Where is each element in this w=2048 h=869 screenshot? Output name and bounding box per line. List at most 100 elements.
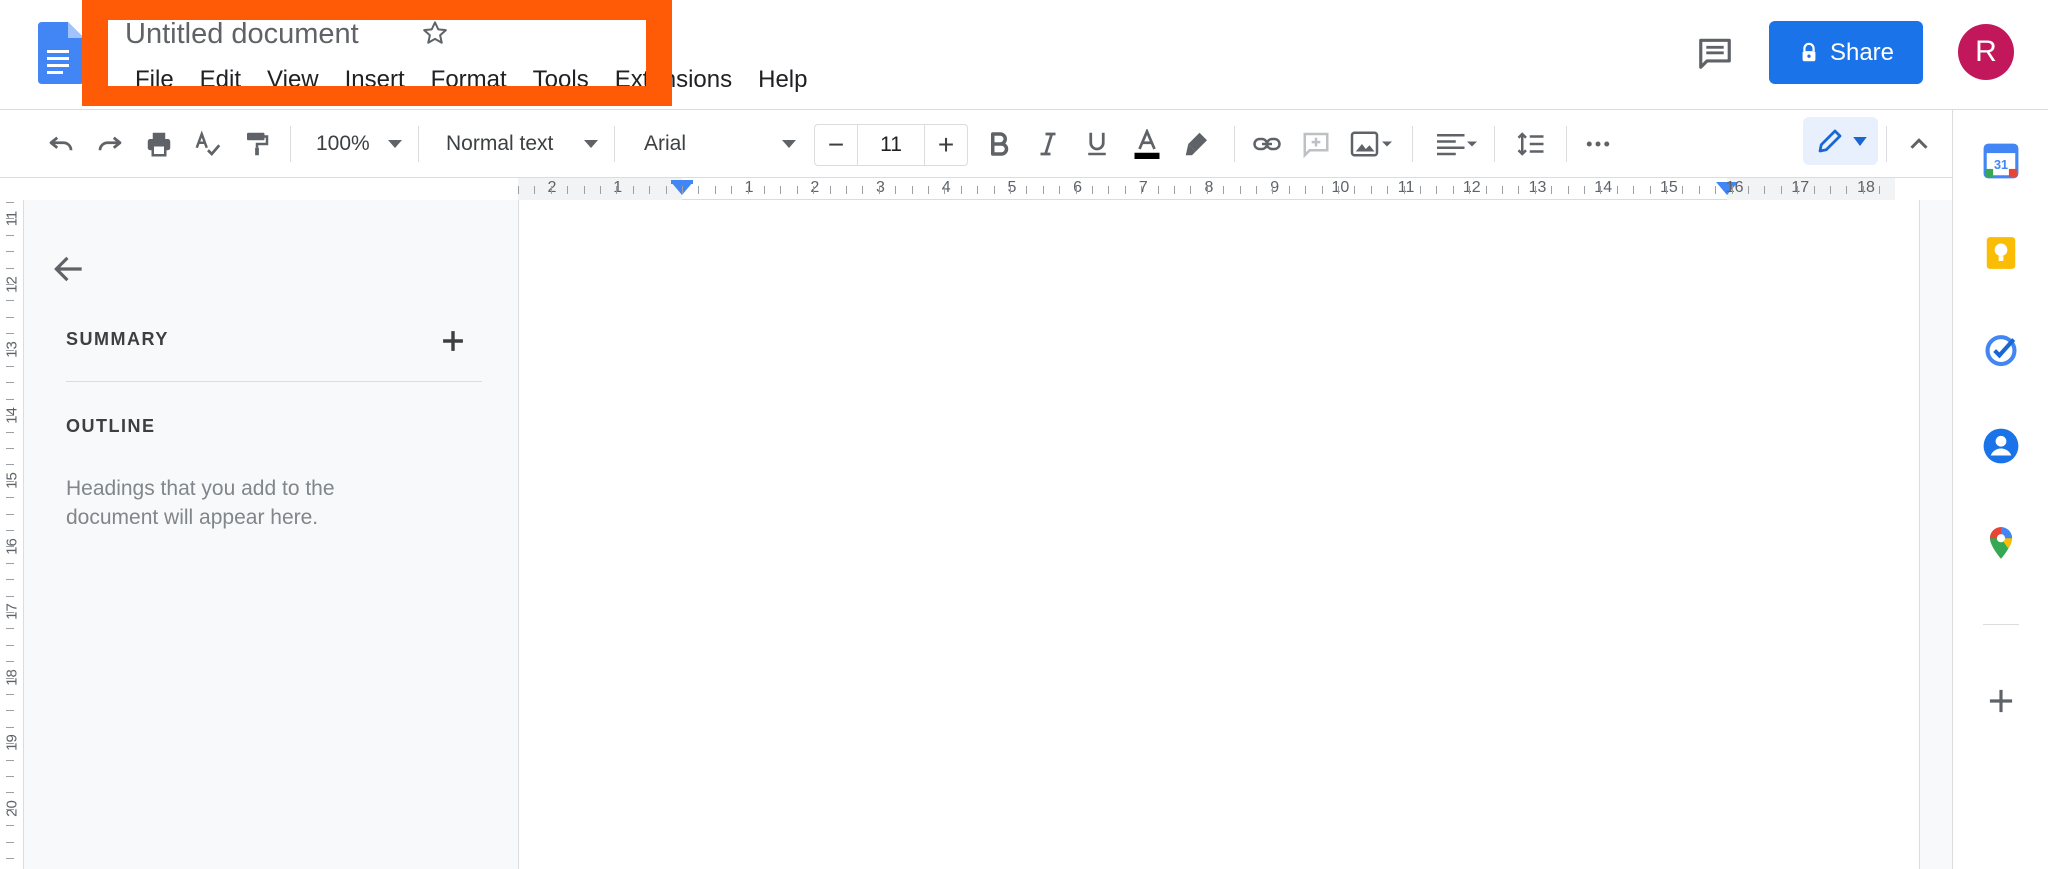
add-icon[interactable] [1982,682,2020,720]
vertical-ruler-tick [6,300,14,301]
ruler-number: 15 [1659,179,1678,196]
style-value: Normal text [446,132,554,155]
ruler-tick [1879,186,1880,194]
ruler-tick [1420,186,1421,194]
ruler-tick [797,186,798,194]
underline-icon[interactable] [1080,127,1114,161]
spellcheck-icon[interactable] [191,127,225,161]
maps-icon[interactable] [1982,524,2020,562]
vertical-ruler-tick [6,251,14,252]
line-spacing-icon[interactable] [1514,127,1548,161]
vertical-ruler-tick [6,727,14,728]
highlight-overlay [82,0,672,106]
formatting-toolbar: 100% Normal text Arial − 11 + [0,110,1952,178]
ruler-tick [764,186,765,194]
horizontal-ruler[interactable]: 2 1 1 2 3 4 5 6 7 8 9 10 11 12 13 14 15 16 17 18 [518,178,1895,200]
text-color-icon[interactable] [1130,127,1164,161]
ruler-tick [1682,186,1683,194]
editing-mode-button[interactable] [1803,117,1878,165]
account-avatar[interactable]: R [1958,24,2014,80]
vertical-ruler-tick [6,284,14,285]
ruler-number: 16 [1725,179,1744,196]
bold-icon[interactable] [982,127,1016,161]
highlight-color-icon[interactable] [1180,127,1214,161]
ruler-number: 8 [1204,179,1214,196]
outline-hint: Headings that you add to the document wi… [66,477,335,529]
menu-help[interactable]: Help [745,66,820,96]
vertical-ruler-tick [6,268,14,269]
redo-icon[interactable] [93,127,127,161]
ruler-tick [862,186,863,194]
paint-format-icon[interactable] [240,127,274,161]
ruler-tick [1354,186,1355,194]
ruler-tick [1584,186,1585,194]
vertical-ruler-tick [6,743,14,744]
toolbar-separator [1494,126,1495,162]
ruler-tick [616,186,617,194]
outline-heading: OUTLINE [66,416,156,436]
vertical-ruler-tick [6,497,14,498]
increase-font-size-button[interactable]: + [925,125,967,165]
ruler-tick [1092,186,1093,194]
vertical-ruler-tick [6,760,14,761]
align-icon[interactable] [1432,127,1482,161]
side-panel-divider [1983,624,2019,625]
vertical-ruler-tick [6,415,14,416]
style-select[interactable]: Normal text [446,128,606,160]
add-summary-icon[interactable] [436,324,470,358]
ruler-tick [518,186,519,194]
toolbar-separator [1566,126,1567,162]
ruler-tick [1043,186,1044,194]
document-page[interactable] [518,200,1920,869]
more-options-icon[interactable] [1581,127,1615,161]
vertical-ruler-tick [6,464,14,465]
vertical-ruler-tick [6,612,14,613]
ruler-tick [1666,186,1667,194]
vertical-ruler-tick [6,645,14,646]
print-icon[interactable] [142,127,176,161]
ruler-tick [715,186,716,194]
share-label: Share [1829,38,1895,66]
ruler-tick [1732,186,1733,194]
ruler-tick [961,186,962,194]
ruler-tick [1076,186,1077,194]
vertical-ruler-tick [6,678,14,679]
ruler-tick [1190,186,1191,194]
tasks-icon[interactable] [1982,330,2020,368]
collapse-menus-icon[interactable] [1902,127,1936,161]
ruler-tick [1108,186,1109,194]
keep-icon[interactable] [1982,234,2020,272]
insert-image-icon[interactable] [1347,127,1397,161]
docs-logo-icon[interactable] [38,22,84,84]
ruler-number: 1 [613,179,623,196]
vertical-ruler-tick [6,825,14,826]
calendar-icon[interactable]: 31 [1982,142,2020,180]
font-select[interactable]: Arial [644,128,804,160]
ruler-tick [1338,186,1339,194]
ruler-number: 11 [1397,179,1415,196]
decrease-font-size-button[interactable]: − [815,125,857,165]
italic-icon[interactable] [1031,127,1065,161]
toolbar-separator [1412,126,1413,162]
insert-link-icon[interactable] [1250,127,1284,161]
ruler-number: 18 [1857,179,1875,196]
ruler-tick [1125,186,1126,194]
undo-icon[interactable] [44,127,78,161]
back-arrow-icon[interactable] [50,250,88,288]
font-size-input[interactable]: 11 [857,125,925,165]
ruler-tick [1781,186,1782,194]
add-comment-icon[interactable] [1299,127,1333,161]
summary-heading: SUMMARY [66,329,169,349]
share-button[interactable]: Share [1769,21,1923,84]
contacts-icon[interactable] [1982,427,2020,465]
ruler-tick [944,186,945,194]
lock-icon [1802,42,1816,61]
ruler-tick [1568,186,1569,194]
zoom-select[interactable]: 100% [316,128,406,160]
vertical-ruler-tick [6,218,14,219]
toolbar-separator [614,126,615,162]
comments-icon[interactable] [1696,34,1734,72]
ruler-tick [1797,186,1798,194]
ruler-tick [1256,186,1257,194]
vertical-ruler-tick [6,710,14,711]
